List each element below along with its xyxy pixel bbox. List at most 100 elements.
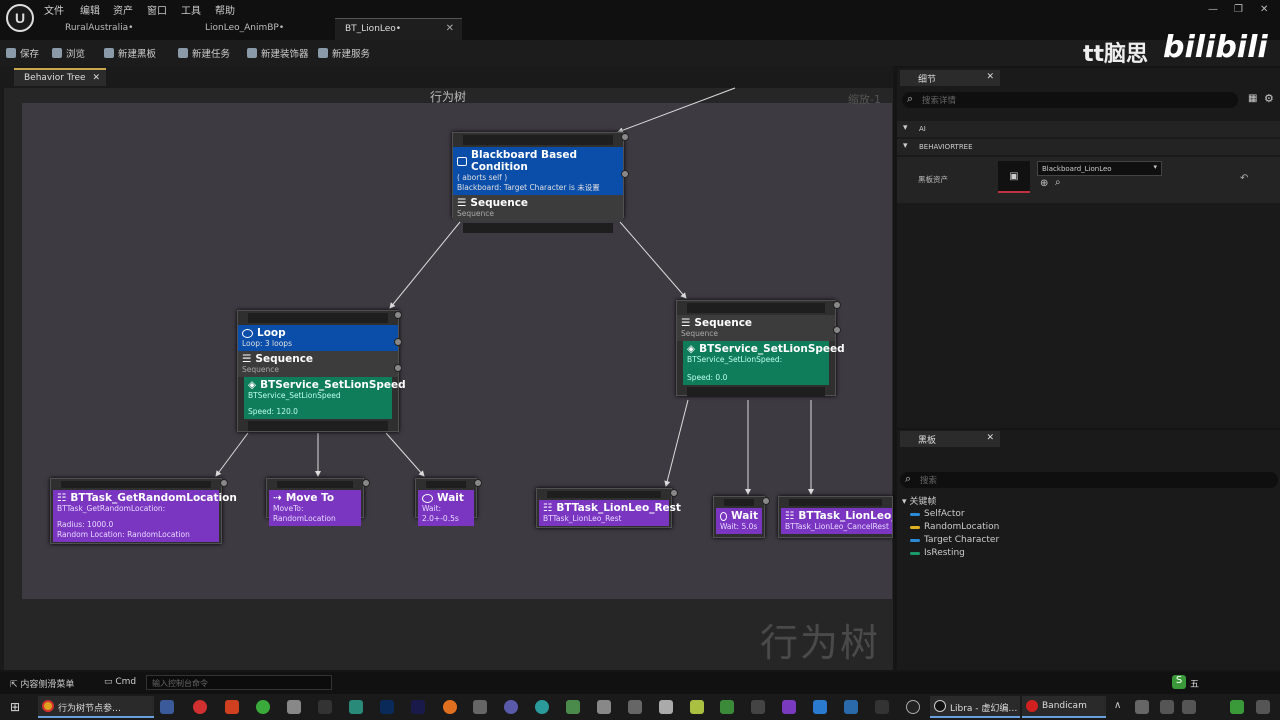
service-set-lion-speed[interactable]: ◈ BTService_SetLionSpeed BTService_SetLio… bbox=[244, 377, 406, 419]
app-icon[interactable] bbox=[875, 700, 889, 714]
menu-file[interactable]: 文件 bbox=[44, 2, 64, 17]
decorator-loop[interactable]: Loop Loop: 3 loops bbox=[238, 325, 398, 351]
app-icon[interactable] bbox=[751, 700, 765, 714]
tab-details[interactable]: 细节 ✕ bbox=[900, 70, 1000, 86]
window-close-icon[interactable]: ✕ bbox=[1260, 4, 1268, 15]
blackboard-asset-dropdown[interactable]: Blackboard_LionLeo ▾ bbox=[1037, 161, 1162, 176]
pin-dot[interactable] bbox=[362, 479, 370, 487]
close-icon[interactable]: ✕ bbox=[446, 23, 454, 34]
task-get-random-location[interactable]: ☷ BTTask_GetRandomLocation BTTask_GetRand… bbox=[53, 490, 237, 542]
maximize-icon[interactable]: ❐ bbox=[1234, 4, 1243, 15]
cmd-button[interactable]: ▭ Cmd bbox=[104, 677, 136, 687]
windows-start-icon[interactable]: ⊞ bbox=[10, 700, 20, 714]
app-icon[interactable] bbox=[597, 700, 611, 714]
doc-tab-bt-lionleo[interactable]: BT_LionLeo• ✕ bbox=[335, 18, 462, 40]
browse-button[interactable]: 浏览 bbox=[52, 46, 85, 60]
app-icon[interactable] bbox=[566, 700, 580, 714]
blackboard-search-input[interactable]: 搜索 bbox=[900, 472, 1278, 488]
tab-blackboard[interactable]: 黑板 ✕ bbox=[900, 431, 1000, 447]
node-wait-left[interactable]: Wait Wait: 2.0+-0.5s bbox=[415, 478, 477, 526]
input-pin[interactable] bbox=[724, 499, 754, 506]
keys-header[interactable]: ▾ 关键帧 bbox=[902, 494, 936, 507]
pin-dot[interactable] bbox=[621, 170, 629, 178]
pin-dot[interactable] bbox=[220, 479, 228, 487]
input-pin[interactable] bbox=[789, 499, 882, 506]
app-icon[interactable] bbox=[473, 700, 487, 714]
node-lionleo-cancel-rest[interactable]: ☷BTTask_LionLeo_C BTTask_LionLeo_CancelR… bbox=[778, 496, 893, 538]
pin-dot[interactable] bbox=[833, 301, 841, 309]
composite-sequence[interactable]: ☰ Sequence Sequence bbox=[238, 351, 398, 377]
input-pin[interactable] bbox=[277, 481, 353, 488]
ime-tray-icon[interactable] bbox=[1230, 700, 1244, 714]
pin-dot[interactable] bbox=[394, 364, 402, 372]
taskbar-bandicam[interactable]: Bandicam bbox=[1022, 696, 1106, 718]
gear-icon[interactable]: ⚙ bbox=[1264, 92, 1274, 105]
app-a-icon[interactable] bbox=[349, 700, 363, 714]
close-icon[interactable]: ✕ bbox=[986, 433, 994, 443]
task-wait[interactable]: Wait Wait: 2.0+-0.5s bbox=[418, 490, 474, 526]
wechat-icon[interactable] bbox=[256, 700, 270, 714]
live-icon[interactable] bbox=[318, 700, 332, 714]
pin-dot[interactable] bbox=[394, 311, 402, 319]
service-set-lion-speed[interactable]: ◈ BTService_SetLionSpeed BTService_SetLio… bbox=[683, 341, 845, 385]
blackboard-thumbnail-icon[interactable]: ▣ bbox=[998, 161, 1030, 193]
camera-icon[interactable] bbox=[287, 700, 301, 714]
save-button[interactable]: 保存 bbox=[6, 46, 39, 60]
input-pin[interactable] bbox=[426, 481, 466, 488]
unreal-logo-icon[interactable]: U bbox=[6, 4, 34, 32]
node-left-sequence[interactable]: Loop Loop: 3 loops ☰ Sequence Sequence ◈ B… bbox=[237, 310, 406, 432]
section-ai[interactable]: AI bbox=[897, 121, 1280, 137]
new-task-button[interactable]: 新建任务 bbox=[178, 46, 230, 60]
section-behaviortree[interactable]: BEHAVIORTREE bbox=[897, 139, 1280, 155]
powerpoint-icon[interactable] bbox=[225, 700, 239, 714]
ime-icon[interactable]: S bbox=[1172, 675, 1186, 689]
composite-sequence[interactable]: ☰ Sequence Sequence bbox=[453, 195, 623, 221]
netease-music-icon[interactable] bbox=[193, 700, 207, 714]
console-command-input[interactable]: 输入控制台命令 bbox=[146, 675, 332, 690]
task-lionleo-cancel-rest[interactable]: ☷BTTask_LionLeo_C BTTask_LionLeo_CancelR… bbox=[781, 508, 892, 534]
bb-key-target-character[interactable]: Target Character bbox=[910, 535, 999, 545]
content-drawer-button[interactable]: ⇱ 内容侧滑菜单 bbox=[10, 677, 74, 690]
audition-icon[interactable] bbox=[411, 700, 425, 714]
volume-icon[interactable] bbox=[1182, 700, 1196, 714]
photoshop-icon[interactable] bbox=[380, 700, 394, 714]
app-icon[interactable] bbox=[659, 700, 673, 714]
tab-behavior-tree[interactable]: Behavior Tree ✕ bbox=[14, 68, 106, 86]
task-wait[interactable]: Wait Wait: 5.0s bbox=[716, 508, 762, 534]
unreal-taskbar-icon[interactable] bbox=[906, 700, 920, 714]
menu-asset[interactable]: 资产 bbox=[113, 2, 133, 17]
decorator-blackboard-condition[interactable]: Blackboard Based Condition ( aborts self… bbox=[453, 147, 623, 195]
task-move-to[interactable]: ⇢ Move To MoveTo: RandomLocation bbox=[269, 490, 361, 526]
task-lionleo-rest[interactable]: ☷ BTTask_LionLeo_Rest BTTask_LionLeo_Rest bbox=[539, 500, 681, 526]
output-pin[interactable] bbox=[687, 387, 825, 397]
close-icon[interactable]: ✕ bbox=[92, 73, 100, 83]
taskbar-libra[interactable]: Libra - 虚幻编… bbox=[930, 696, 1020, 718]
input-pin[interactable] bbox=[547, 491, 661, 498]
vscode-icon[interactable] bbox=[813, 700, 827, 714]
output-pin[interactable] bbox=[463, 223, 613, 233]
menu-edit[interactable]: 编辑 bbox=[80, 2, 100, 17]
pin-dot[interactable] bbox=[762, 497, 770, 505]
app-icon[interactable] bbox=[720, 700, 734, 714]
pin-dot[interactable] bbox=[670, 489, 678, 497]
pin-dot[interactable] bbox=[394, 338, 402, 346]
taskbar-chrome[interactable]: 行为树节点参… bbox=[38, 696, 154, 718]
app-icon[interactable] bbox=[535, 700, 549, 714]
pin-dot[interactable] bbox=[621, 133, 629, 141]
menu-tools[interactable]: 工具 bbox=[181, 2, 201, 17]
doc-tab-ruralaustralia[interactable]: RuralAustralia• bbox=[55, 18, 185, 40]
new-blackboard-button[interactable]: 新建黑板 bbox=[104, 46, 156, 60]
tray-icon[interactable] bbox=[1135, 700, 1149, 714]
node-wait-right[interactable]: Wait Wait: 5.0s bbox=[713, 496, 765, 538]
pin-dot[interactable] bbox=[833, 326, 841, 334]
visual-studio-icon[interactable] bbox=[782, 700, 796, 714]
table-view-icon[interactable]: ▦ bbox=[1248, 93, 1257, 104]
app-icon[interactable] bbox=[844, 700, 858, 714]
menu-window[interactable]: 窗口 bbox=[147, 2, 167, 17]
pin-dot[interactable] bbox=[474, 479, 482, 487]
tray-chevron-icon[interactable]: ∧ bbox=[1114, 700, 1121, 711]
bb-key-randomlocation[interactable]: RandomLocation bbox=[910, 522, 999, 532]
new-decorator-button[interactable]: 新建装饰器 bbox=[247, 46, 309, 60]
node-right-sequence[interactable]: ☰ Sequence Sequence ◈ BTService_SetLionSpe… bbox=[676, 300, 845, 397]
node-lionleo-rest[interactable]: ☷ BTTask_LionLeo_Rest BTTask_LionLeo_Rest bbox=[536, 488, 681, 528]
